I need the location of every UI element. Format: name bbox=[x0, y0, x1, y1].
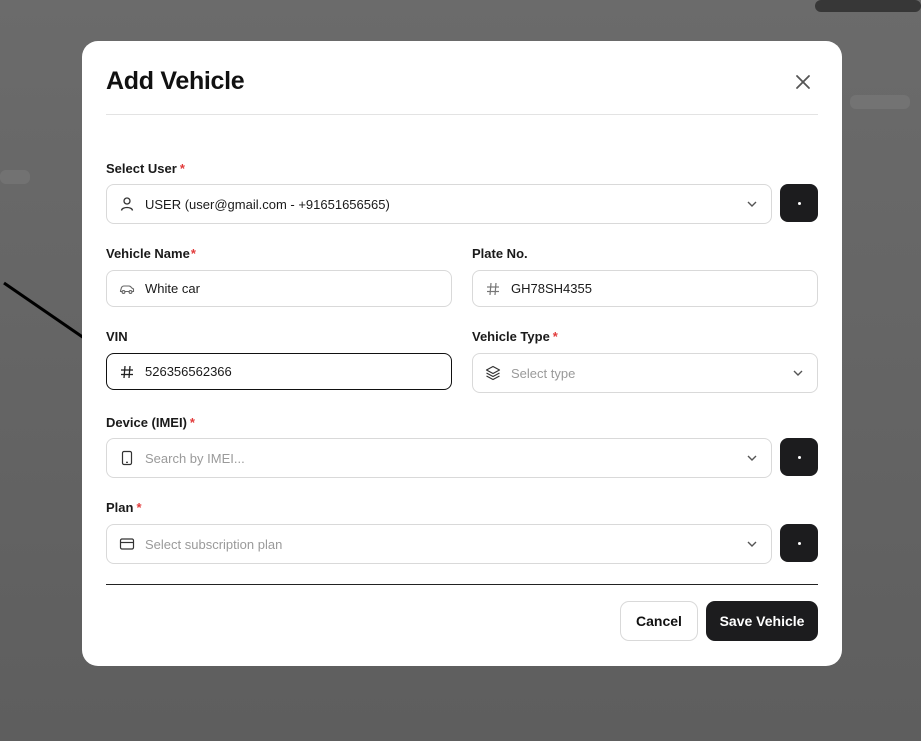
plan-label: Plan * bbox=[106, 500, 142, 515]
hash-icon bbox=[487, 282, 499, 295]
add-device-button[interactable] bbox=[780, 438, 818, 476]
plan-placeholder: Select subscription plan bbox=[145, 536, 283, 552]
select-user-dropdown[interactable]: USER (user@gmail.com - +91651656565) bbox=[106, 184, 772, 224]
dialog-title: Add Vehicle bbox=[106, 67, 245, 95]
plate-no-label: Plate No. bbox=[472, 246, 528, 261]
device-imei-search[interactable]: Search by IMEI... bbox=[106, 438, 772, 478]
dot-icon bbox=[797, 201, 801, 205]
background-element bbox=[0, 170, 30, 184]
add-user-button[interactable] bbox=[780, 184, 818, 222]
phone-icon bbox=[121, 450, 133, 466]
plate-no-value: GH78SH4355 bbox=[511, 281, 592, 296]
credit-card-icon bbox=[119, 538, 135, 550]
vehicle-name-label-text: Vehicle Name bbox=[106, 246, 190, 261]
select-user-value: USER (user@gmail.com - +91651656565) bbox=[145, 196, 390, 212]
vehicle-type-placeholder: Select type bbox=[511, 365, 576, 381]
plan-label-text: Plan bbox=[106, 500, 134, 515]
select-user-label-text: Select User bbox=[106, 161, 177, 176]
select-user-label: Select User * bbox=[106, 161, 185, 176]
required-mark: * bbox=[189, 415, 195, 430]
footer-divider bbox=[106, 584, 818, 585]
hash-icon bbox=[121, 365, 133, 378]
plan-select[interactable]: Select subscription plan bbox=[106, 524, 772, 564]
device-imei-label: Device (IMEI) * bbox=[106, 415, 195, 430]
device-imei-placeholder: Search by IMEI... bbox=[145, 450, 245, 466]
vin-input[interactable]: 526356562366 bbox=[106, 353, 452, 390]
close-icon[interactable] bbox=[792, 71, 814, 93]
background-element bbox=[815, 0, 921, 12]
vehicle-type-select[interactable]: Select type bbox=[472, 353, 818, 393]
save-vehicle-button[interactable]: Save Vehicle bbox=[706, 601, 818, 641]
device-imei-label-text: Device (IMEI) bbox=[106, 415, 187, 430]
vehicle-name-input[interactable]: White car bbox=[106, 270, 452, 307]
vehicle-type-label: Vehicle Type * bbox=[472, 329, 558, 344]
chevron-down-icon bbox=[747, 455, 757, 461]
background-element bbox=[850, 95, 910, 109]
add-plan-button[interactable] bbox=[780, 524, 818, 562]
vehicle-name-value: White car bbox=[145, 281, 200, 296]
header-divider bbox=[106, 114, 818, 115]
required-mark: * bbox=[179, 161, 185, 176]
chevron-down-icon bbox=[747, 201, 757, 207]
user-icon bbox=[120, 197, 134, 211]
dot-icon bbox=[797, 455, 801, 459]
vin-value: 526356562366 bbox=[145, 364, 232, 379]
car-icon bbox=[119, 284, 135, 294]
add-vehicle-dialog: Add Vehicle Select User * USER (user@gmai… bbox=[82, 41, 842, 666]
chevron-down-icon bbox=[747, 541, 757, 547]
vin-label: VIN bbox=[106, 329, 128, 344]
vehicle-type-label-text: Vehicle Type bbox=[472, 329, 550, 344]
dot-icon bbox=[797, 541, 801, 545]
layers-icon bbox=[485, 365, 501, 381]
chevron-down-icon bbox=[793, 370, 803, 376]
vehicle-name-label: Vehicle Name* bbox=[106, 246, 196, 261]
required-mark: * bbox=[190, 246, 196, 261]
required-mark: * bbox=[136, 500, 142, 515]
plate-no-input[interactable]: GH78SH4355 bbox=[472, 270, 818, 307]
cancel-button[interactable]: Cancel bbox=[620, 601, 698, 641]
required-mark: * bbox=[552, 329, 558, 344]
